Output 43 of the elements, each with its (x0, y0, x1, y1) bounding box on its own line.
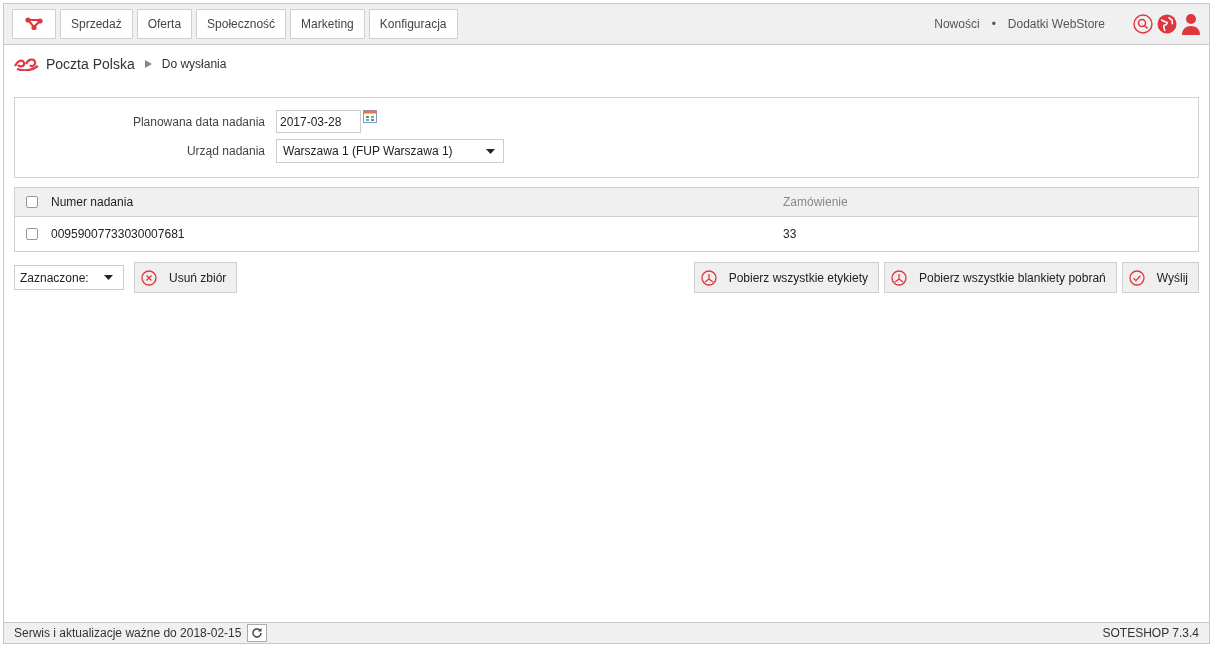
separator-dot: • (991, 17, 996, 31)
post-logo-icon (14, 57, 40, 71)
breadcrumb-current: Do wysłania (161, 57, 227, 71)
table-cell-text: 33 (783, 227, 798, 241)
select-all-checkbox[interactable] (26, 196, 38, 208)
action-button[interactable]: Usuń zbiór (134, 262, 238, 293)
nav-tab[interactable]: Społeczność (196, 9, 287, 39)
office-select[interactable]: Warszawa 1 (FUP Warszawa 1) (276, 139, 504, 163)
nav-tab[interactable]: Konfiguracja (368, 9, 458, 39)
caret-icon (486, 148, 495, 154)
nav-tab[interactable]: Sprzedaż (60, 9, 133, 39)
action-button[interactable]: Pobierz wszystkie blankiety pobrań (884, 262, 1117, 293)
field-label: Urząd nadania (186, 144, 265, 158)
calendar-icon[interactable] (363, 110, 377, 123)
search-icon[interactable] (1133, 14, 1153, 34)
batch-select[interactable]: Zaznaczone: (14, 265, 124, 290)
cancel-icon (141, 269, 157, 286)
pdf-icon (891, 269, 907, 286)
field-label: Planowana data nadania (132, 114, 265, 129)
breadcrumb-arrow-icon (144, 60, 152, 68)
network-logo-icon (25, 17, 43, 31)
refresh-icon (251, 627, 264, 639)
nav-tab[interactable]: Oferta (136, 9, 193, 39)
service-text: Serwis i aktualizacje ważne do 2018-02-15 (14, 626, 242, 640)
globe-icon[interactable] (1157, 14, 1177, 34)
action-button[interactable]: Pobierz wszystkie etykiety (693, 262, 879, 293)
caret-icon (104, 275, 113, 280)
top-link[interactable]: Dodatki WebStore (1007, 17, 1105, 31)
row-checkbox[interactable] (26, 228, 38, 240)
date-field[interactable]: 2017-03-28 (276, 110, 361, 133)
breadcrumb-link[interactable]: Poczta Polska (46, 56, 135, 72)
top-link[interactable]: Nowości (934, 17, 980, 31)
table-cell-text: 00959007733030007681 (51, 227, 186, 241)
action-button[interactable]: Wyślij (1121, 262, 1199, 293)
column-header: Numer nadania (51, 195, 135, 209)
home-button[interactable] (12, 9, 56, 39)
column-header: Zamówienie (783, 195, 849, 209)
version-text: SOTESHOP 7.3.4 (1102, 626, 1199, 640)
refresh-button[interactable] (247, 624, 268, 642)
nav-tab[interactable]: Marketing (290, 9, 365, 39)
check-icon (1128, 269, 1145, 286)
user-icon[interactable] (1181, 13, 1201, 35)
pdf-icon (700, 269, 717, 286)
